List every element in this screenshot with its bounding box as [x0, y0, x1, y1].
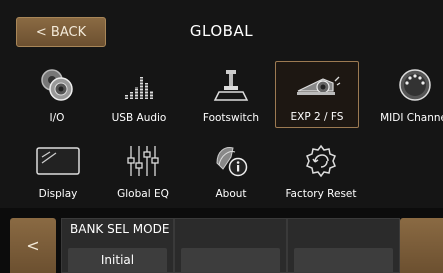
- menu-item-label: USB Audio: [111, 112, 167, 124]
- next-page-button[interactable]: [400, 218, 443, 273]
- menu-item-display[interactable]: Display: [16, 140, 100, 202]
- menu-item-footswitch[interactable]: Footswitch: [189, 64, 273, 126]
- menu-item-label: Footswitch: [202, 112, 260, 124]
- top-bar: < BACK GLOBAL: [0, 0, 443, 56]
- param-title: BANK SEL MODE: [70, 222, 170, 236]
- io-icon: [15, 66, 99, 104]
- menu-item-midi-channel[interactable]: MIDI Channel: [373, 64, 443, 126]
- param-slot-2[interactable]: [174, 218, 287, 273]
- param-value[interactable]: [294, 248, 393, 272]
- usb-audio-icon: [97, 66, 181, 104]
- menu-item-label: EXP 2 / FS: [290, 111, 344, 123]
- display-icon: [16, 142, 100, 180]
- menu-item-global-eq[interactable]: Global EQ: [101, 140, 185, 202]
- menu-item-factory-reset[interactable]: Factory Reset: [279, 140, 363, 202]
- param-value[interactable]: [181, 248, 280, 272]
- param-value[interactable]: Initial: [68, 248, 167, 272]
- param-slot-3[interactable]: [287, 218, 400, 273]
- midi-port-icon: [373, 66, 443, 104]
- param-bank-sel-mode[interactable]: BANK SEL MODE Initial: [61, 218, 174, 273]
- page-title: GLOBAL: [189, 22, 254, 40]
- menu-item-label: About: [215, 188, 247, 200]
- expression-pedal-icon: [276, 64, 358, 102]
- menu-item-label: MIDI Channel: [380, 112, 443, 124]
- menu-item-label: Factory Reset: [285, 188, 357, 200]
- menu-item-exp2-fs[interactable]: EXP 2 / FS: [275, 61, 359, 128]
- menu-item-about[interactable]: About: [189, 140, 273, 202]
- prev-page-button[interactable]: <: [10, 218, 56, 273]
- menu-item-io[interactable]: I/O: [15, 64, 99, 126]
- menu-item-label: Display: [38, 188, 78, 200]
- eq-sliders-icon: [101, 142, 185, 180]
- menu-item-usb-audio[interactable]: USB Audio: [97, 64, 181, 126]
- global-settings-screen: < BACK GLOBAL I/O USB Audio Footswitch E…: [0, 0, 443, 273]
- footswitch-icon: [189, 66, 273, 104]
- menu-item-label: Global EQ: [117, 188, 169, 200]
- factory-reset-icon: [279, 142, 363, 180]
- about-info-icon: [189, 142, 273, 180]
